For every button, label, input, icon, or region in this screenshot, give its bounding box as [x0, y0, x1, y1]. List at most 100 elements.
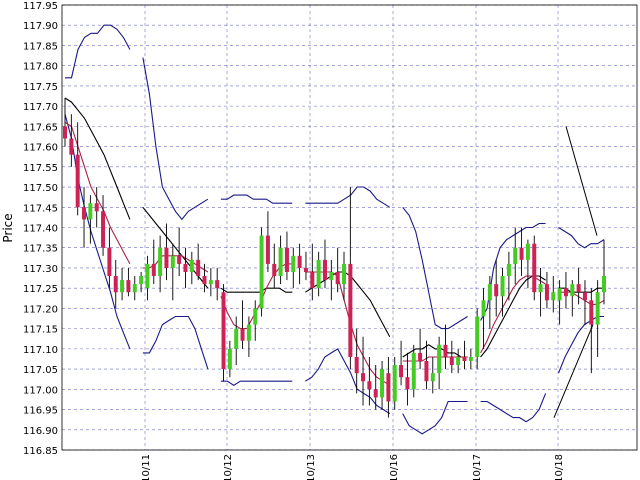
y-tick-label: 117.95 — [23, 1, 58, 12]
candle-down — [462, 356, 467, 361]
candle-down — [177, 255, 182, 264]
candle-down — [373, 389, 378, 398]
candle-up — [595, 292, 600, 325]
candle-up — [189, 259, 194, 272]
candle-down — [151, 263, 156, 277]
y-tick-label: 117.00 — [23, 385, 58, 396]
candle-down — [94, 203, 99, 212]
y-tick-label: 117.80 — [23, 62, 58, 73]
candle-down — [297, 255, 302, 268]
candle-down — [310, 272, 315, 289]
candle-up — [570, 284, 575, 297]
candle-up — [551, 292, 556, 301]
candle-down — [582, 292, 587, 301]
candle-up — [430, 373, 435, 382]
candle-up — [259, 235, 264, 309]
candle-down — [335, 272, 340, 285]
candle-up — [291, 255, 296, 272]
candle-down — [240, 328, 245, 341]
y-tick-label: 117.35 — [23, 244, 58, 255]
candle-down — [284, 247, 289, 272]
price-chart: 116.85 116.90 116.95 117.00 117.05 117.10 117.… — [0, 0, 640, 480]
candle-down — [272, 263, 277, 277]
y-tick-label: 117.45 — [23, 203, 58, 214]
candle-down — [399, 365, 404, 378]
candle-down — [532, 243, 537, 293]
candle-up — [411, 352, 416, 390]
candle-down — [69, 138, 74, 155]
y-tick-label: 117.05 — [23, 365, 58, 376]
candle-down — [202, 276, 207, 285]
y-tick-label: 117.10 — [23, 345, 58, 356]
candle-up — [380, 369, 385, 398]
x-tick-label: 10/17 — [472, 454, 483, 480]
candle-down — [405, 377, 410, 390]
candle-up — [437, 344, 442, 374]
candle-down — [576, 284, 581, 293]
y-tick-label: 117.20 — [23, 304, 58, 315]
candle-down — [126, 280, 131, 293]
candle-down — [348, 263, 353, 357]
candle-up — [506, 263, 511, 277]
candle-down — [82, 207, 87, 220]
candle-up — [120, 280, 125, 293]
candle-down — [494, 284, 499, 297]
candle-up — [342, 263, 347, 285]
candle-down — [386, 373, 391, 402]
candle-down — [101, 211, 106, 248]
candle-up — [329, 272, 334, 281]
candle-up — [525, 243, 530, 260]
y-tick-label: 117.25 — [23, 284, 58, 295]
candle-down — [221, 292, 226, 370]
candle-down — [367, 381, 372, 390]
x-tick-label: 10/12 — [223, 454, 234, 480]
x-tick-label: 10/16 — [389, 454, 400, 480]
candle-down — [563, 288, 568, 297]
candle-down — [183, 263, 188, 272]
chart-stage: 116.85 116.90 116.95 117.00 117.05 117.10 117.… — [0, 0, 640, 480]
candle-up — [253, 308, 258, 325]
candle-down — [361, 373, 366, 382]
candle-up — [234, 328, 239, 349]
candle-up — [227, 348, 232, 370]
candle-down — [113, 276, 118, 293]
candle-up — [88, 203, 93, 220]
candle-up — [500, 276, 505, 297]
candle-up — [557, 288, 562, 301]
y-tick-label: 116.85 — [23, 446, 58, 457]
candle-down — [196, 259, 201, 277]
y-tick-label: 116.95 — [23, 406, 58, 417]
candle-down — [322, 259, 327, 281]
candle-up — [170, 255, 175, 268]
candle-up — [468, 356, 473, 361]
y-tick-label: 117.40 — [23, 224, 58, 235]
candle-up — [278, 247, 283, 277]
candle-up — [158, 247, 163, 277]
y-tick-label: 117.50 — [23, 183, 58, 194]
candle-down — [215, 280, 220, 289]
candle-down — [449, 356, 454, 366]
y-tick-label: 117.65 — [23, 122, 58, 133]
candle-up — [602, 276, 606, 293]
candle-down — [75, 154, 80, 208]
candle-up — [145, 263, 150, 289]
candle-down — [418, 352, 423, 361]
candle-up — [481, 300, 486, 317]
y-tick-label: 117.90 — [23, 21, 58, 32]
candle-down — [354, 356, 359, 374]
x-tick-label: 10/11 — [141, 454, 152, 480]
y-axis-label: Price — [1, 213, 15, 242]
candle-up — [208, 280, 213, 285]
y-tick-label: 117.30 — [23, 264, 58, 275]
y-tick-label: 117.55 — [23, 163, 58, 174]
candle-down — [443, 344, 448, 357]
candle-down — [63, 126, 67, 139]
candle-up — [392, 365, 397, 402]
candle-up — [132, 284, 137, 293]
y-tick-label: 116.90 — [23, 426, 58, 437]
candle-up — [487, 284, 492, 301]
candle-up — [538, 284, 543, 293]
candle-down — [107, 247, 112, 277]
candle-up — [139, 276, 144, 285]
y-tick-label: 117.75 — [23, 82, 58, 93]
